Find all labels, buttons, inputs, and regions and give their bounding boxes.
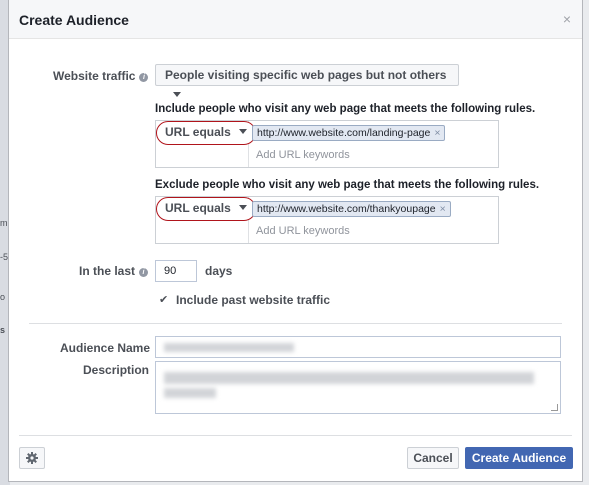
background-text: s [0,325,6,335]
description-label: Description [83,363,150,377]
chevron-down-icon [238,129,247,134]
resize-handle[interactable] [551,404,558,411]
chevron-down-icon [173,92,181,97]
background-text: -5 [0,252,9,262]
dialog-header: Create Audience × [9,0,582,39]
info-icon[interactable]: i [139,268,149,277]
include-past-label: Include past website traffic [176,293,331,307]
remove-token-icon[interactable]: × [434,127,440,139]
redacted-text [164,372,534,384]
include-keywords-input[interactable]: Add URL keywords [256,149,350,161]
background-text: m [0,218,8,228]
audience-name-label: Audience Name [60,341,151,355]
in-the-last-label: In the last i [79,264,149,278]
include-past-checkbox[interactable]: ✔ [159,293,168,306]
gear-icon [26,452,38,464]
divider [29,323,562,324]
create-audience-dialog: Create Audience × Website traffic i Peopl… [8,0,583,482]
exclude-rule-text: Exclude people who visit any web page th… [155,179,540,191]
include-url-token: http://www.website.com/landing-page × [252,125,446,141]
dialog-title: Create Audience [19,12,129,28]
close-icon[interactable]: × [563,12,571,26]
include-rule-box: URL equals http://www.website.com/landin… [155,120,499,168]
exclude-match-type-dropdown[interactable]: URL equals [156,197,256,221]
redacted-text [164,343,294,352]
include-match-type-dropdown[interactable]: URL equals [156,121,256,145]
exclude-url-token: http://www.website.com/thankyoupage × [252,201,451,217]
website-traffic-label: Website traffic i [53,69,149,83]
exclude-rule-box: URL equals http://www.website.com/thanky… [155,196,499,244]
audience-name-input[interactable] [155,336,561,358]
remove-token-icon[interactable]: × [440,203,446,215]
description-textarea[interactable] [155,361,561,414]
settings-button[interactable] [19,447,45,469]
website-traffic-dropdown[interactable]: People visiting specific web pages but n… [155,64,459,97]
include-rule-text: Include people who visit any web page th… [155,103,536,115]
cancel-button[interactable]: Cancel [407,447,459,469]
redacted-text [164,388,216,398]
create-audience-button[interactable]: Create Audience [465,447,573,469]
divider [19,435,572,436]
chevron-down-icon [238,205,247,210]
info-icon[interactable]: i [139,73,149,82]
days-label: days [205,264,233,278]
background-text: o [0,292,6,302]
exclude-keywords-input[interactable]: Add URL keywords [256,225,350,237]
days-input[interactable]: 90 [155,260,197,282]
